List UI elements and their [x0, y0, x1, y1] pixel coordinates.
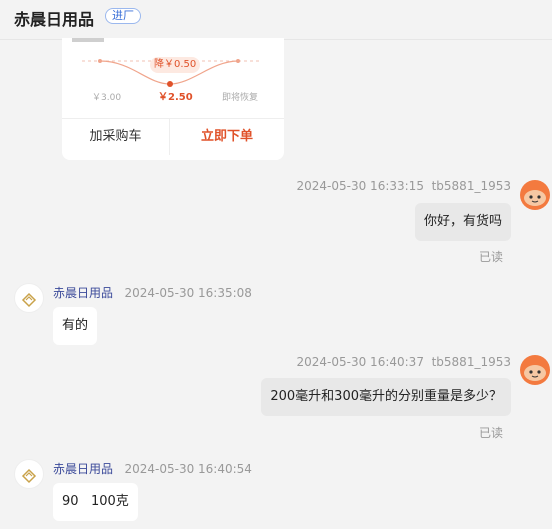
- message-time: 2024-05-30 16:40:37: [296, 355, 424, 369]
- price-before: ￥3.00: [92, 93, 122, 103]
- message-meta: 2024-05-30 16:33:15 tb5881_1953: [297, 179, 512, 193]
- message-time: 2024-05-30 16:35:08: [124, 286, 252, 300]
- price-now: ￥2.50: [158, 92, 193, 103]
- add-to-cart-button[interactable]: 加采购车: [62, 119, 169, 155]
- message-time: 2024-05-30 16:40:54: [124, 462, 252, 476]
- message-sender[interactable]: 赤晨日用品: [53, 462, 113, 476]
- trend-point-now: [167, 81, 173, 87]
- chat-header: 赤晨日用品 进厂: [0, 0, 552, 40]
- message-bubble: 有的: [53, 307, 98, 345]
- price-after-label: 即将恢复: [222, 93, 259, 103]
- cartoon-cat-icon: [524, 365, 546, 381]
- message-sender[interactable]: 赤晨日用品: [53, 286, 113, 300]
- message-bubble: 200毫升和300毫升的分别重量是多少？: [261, 378, 511, 416]
- user-avatar[interactable]: [520, 355, 550, 385]
- message-time: 2024-05-30 16:33:15: [296, 179, 424, 193]
- shop-badge[interactable]: 进厂: [105, 8, 141, 24]
- read-status: 已读: [479, 426, 504, 440]
- shop-name[interactable]: 赤晨日用品: [14, 6, 94, 30]
- message-meta: 赤晨日用品 2024-05-30 16:40:54: [53, 460, 252, 477]
- trend-point-after: [236, 59, 240, 63]
- buy-now-button[interactable]: 立即下单: [170, 119, 284, 155]
- message-meta: 2024-05-30 16:40:37 tb5881_1953: [297, 355, 512, 369]
- card-actions: 加采购车 立即下单: [62, 118, 284, 155]
- cartoon-cat-icon: [524, 190, 546, 206]
- shop-avatar[interactable]: [14, 283, 44, 313]
- user-avatar[interactable]: [520, 180, 550, 210]
- message-sender[interactable]: tb5881_1953: [432, 179, 511, 193]
- shop-logo-icon: [21, 468, 37, 484]
- read-status: 已读: [479, 250, 504, 264]
- message-bubble: 90 100克: [53, 483, 138, 521]
- trend-point-before: [98, 59, 102, 63]
- price-drop-tag: 降￥0.50: [150, 57, 201, 73]
- message-bubble: 你好，有货吗: [414, 203, 511, 241]
- shop-logo-icon: [21, 292, 37, 308]
- shop-avatar[interactable]: [14, 459, 44, 489]
- message-sender[interactable]: tb5881_1953: [432, 355, 511, 369]
- product-card[interactable]: 降￥0.50 ￥3.00 ￥2.50 即将恢复 加采购车 立即下单: [62, 38, 284, 160]
- message-meta: 赤晨日用品 2024-05-30 16:35:08: [53, 284, 252, 301]
